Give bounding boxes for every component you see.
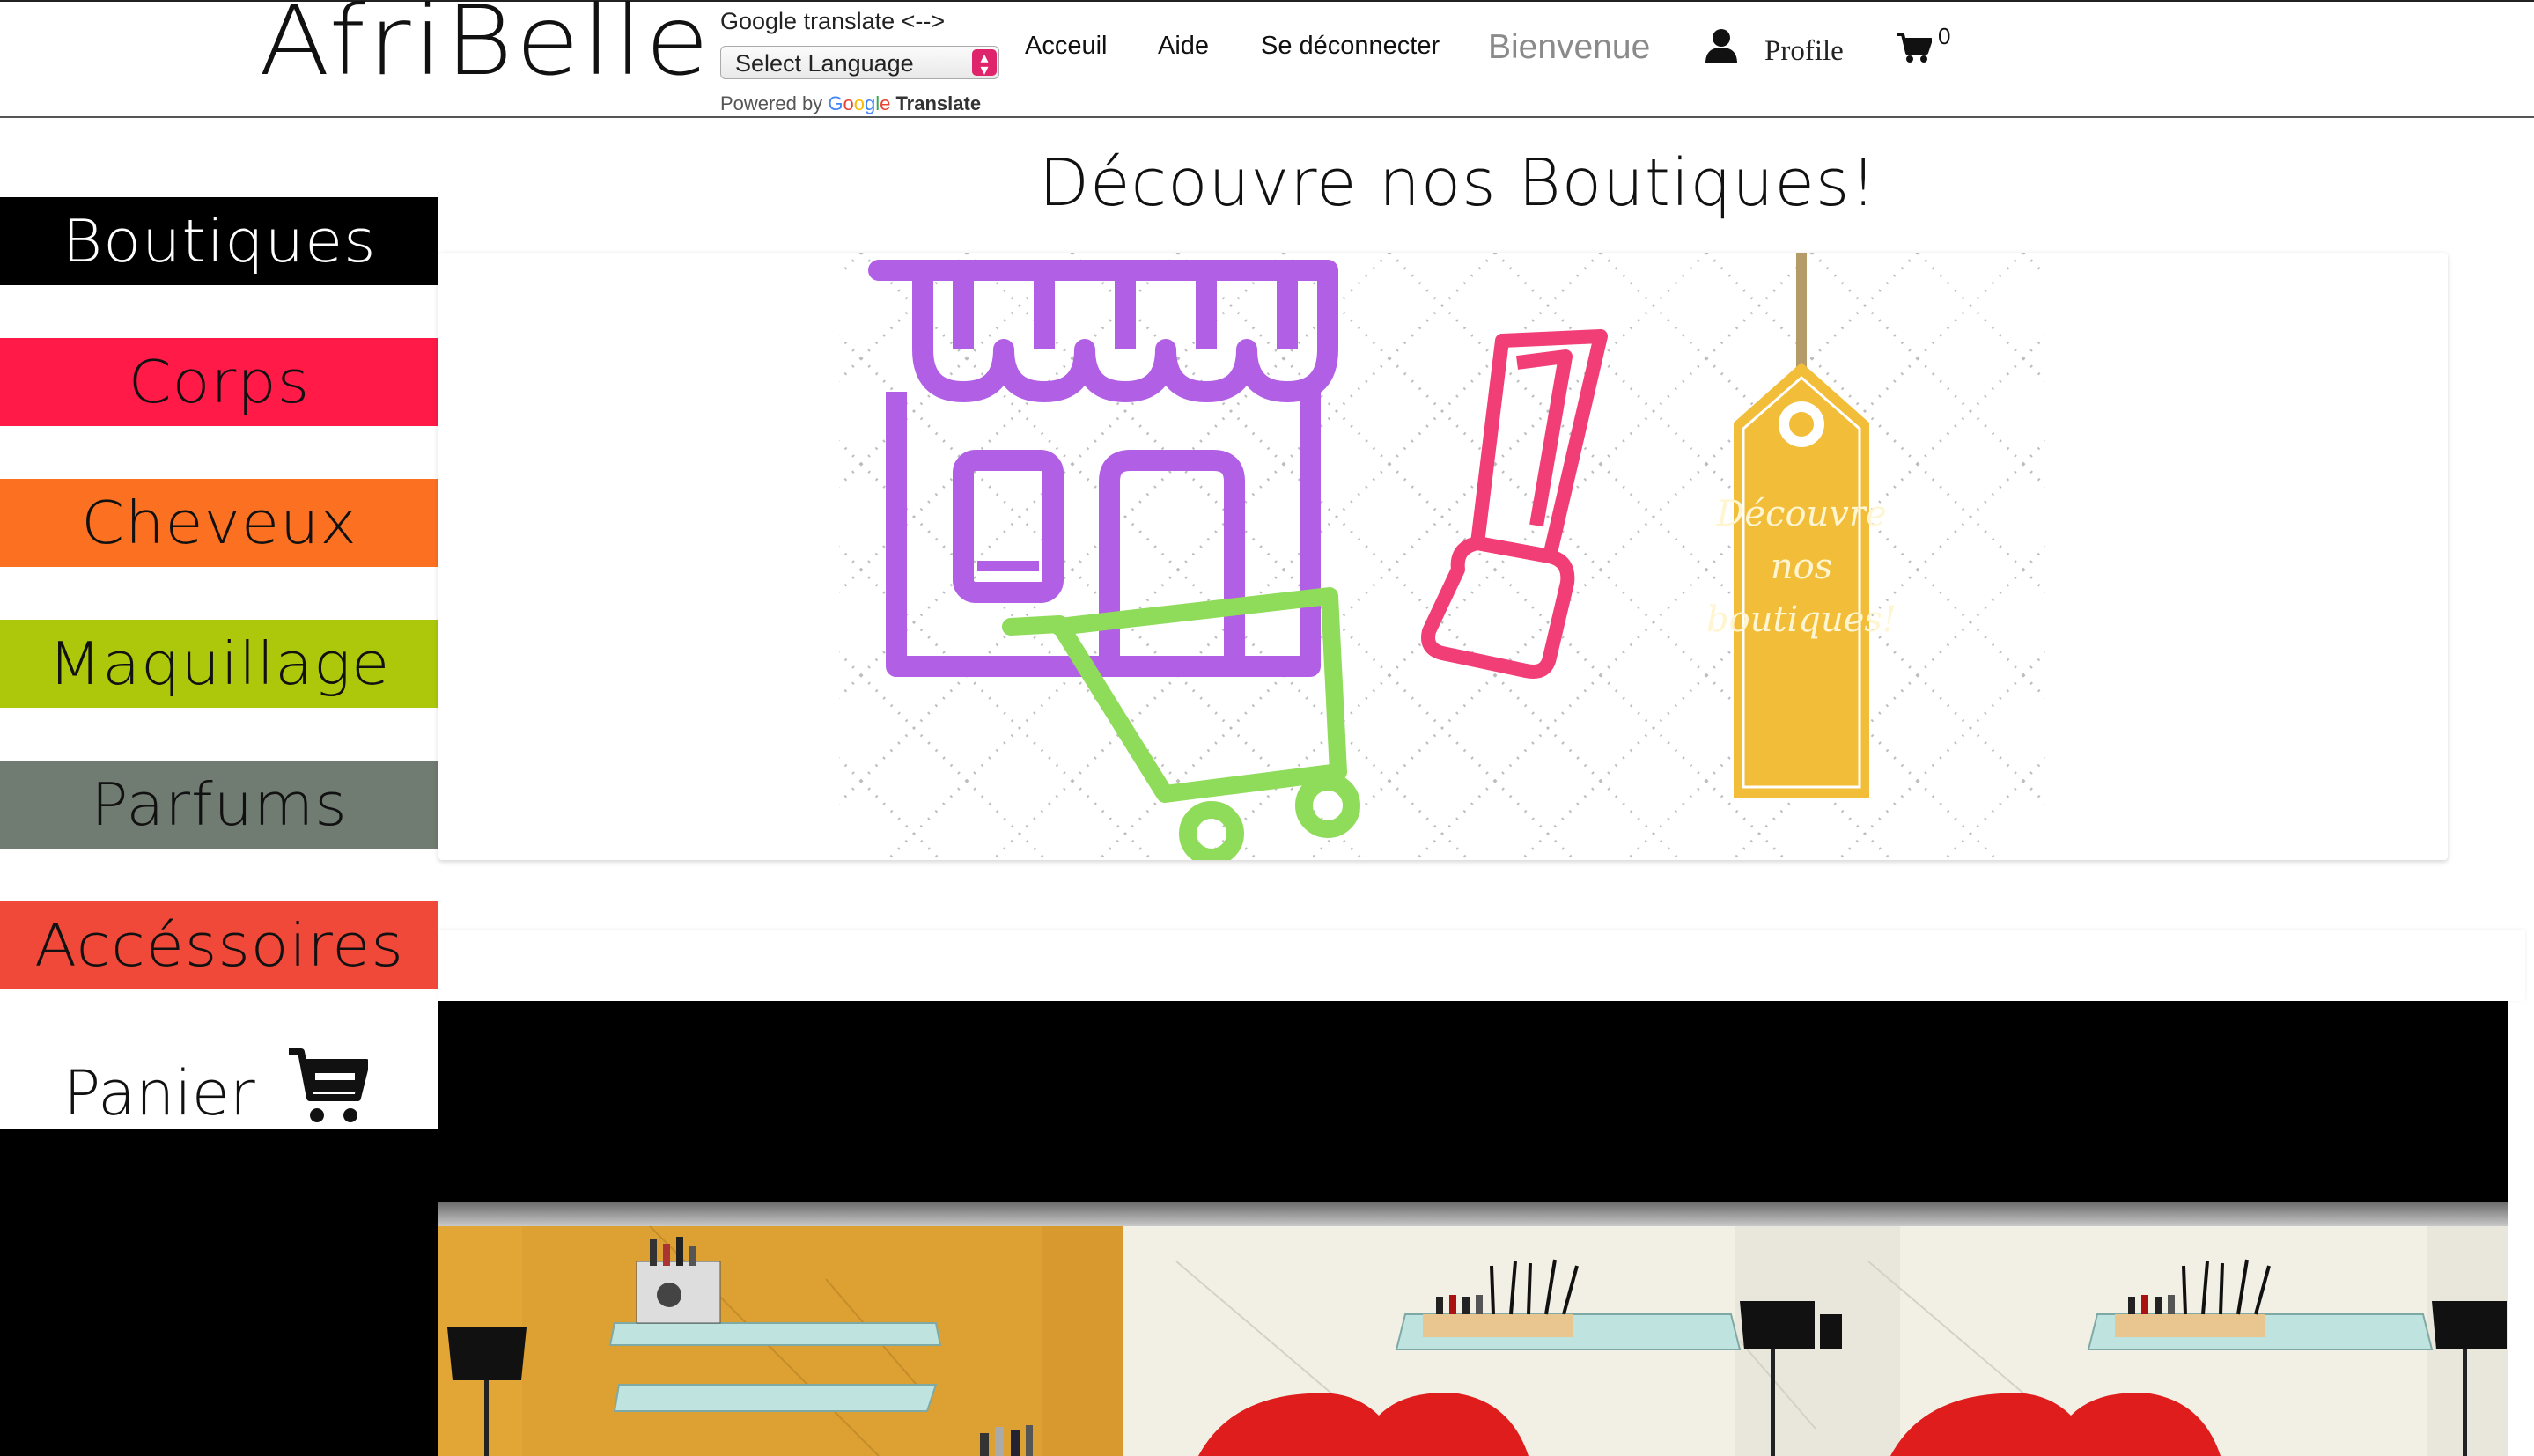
tag-text-line2: nos xyxy=(1771,547,1832,587)
shop-slide-image xyxy=(1123,1226,1816,1456)
nav-aide[interactable]: Aide xyxy=(1158,32,1209,61)
sidebar-item-label: Cheveux xyxy=(81,489,357,557)
page-title: Découvre nos Boutiques! xyxy=(1039,145,1878,221)
tag-text-line3: boutiques! xyxy=(1706,599,1897,640)
sidebar-item-label: Panier xyxy=(63,1057,255,1129)
sidebar-item-label: Maquillage xyxy=(48,629,391,698)
shop-slide-image xyxy=(1816,1226,2508,1456)
google-logo[interactable]: Google xyxy=(828,92,890,114)
slider-shadow-strip xyxy=(438,1202,2508,1226)
top-header: AfriBelle Google translate <--> Select L… xyxy=(0,0,2534,118)
sidebar-filler xyxy=(0,1129,438,1456)
language-select[interactable]: Select Language ▴ ▾ xyxy=(720,46,999,79)
sidebar-item-cheveux[interactable]: Cheveux xyxy=(0,479,438,567)
content-panel xyxy=(438,930,2525,1001)
banner-illustration: Découvre nos boutiques! xyxy=(839,253,2045,860)
sidebar-item-label: Boutiques xyxy=(62,207,377,276)
select-arrows-icon: ▴ ▾ xyxy=(972,49,997,77)
language-select-value: Select Language xyxy=(735,50,914,77)
shop-slide-3[interactable] xyxy=(1816,1226,2508,1456)
nav-accueil[interactable]: Acceuil xyxy=(1025,32,1108,61)
slider-top-band xyxy=(438,1001,2508,1202)
cart-icon xyxy=(289,1048,368,1122)
sidebar-item-corps[interactable]: Corps xyxy=(0,338,438,426)
welcome-text: Bienvenue xyxy=(1488,28,1651,66)
sidebar-item-boutiques[interactable]: Boutiques xyxy=(0,197,438,285)
powered-by-google: Powered by Google Translate xyxy=(720,92,981,115)
sidebar-item-panier[interactable]: Panier xyxy=(0,989,438,1129)
user-icon[interactable] xyxy=(1705,28,1738,63)
shop-slide-1[interactable] xyxy=(438,1226,1123,1456)
sidebar-item-accessoires[interactable]: Accéssoires xyxy=(0,901,438,989)
tag-text-line1: Découvre xyxy=(1715,494,1886,534)
boutiques-banner[interactable]: Découvre nos boutiques! xyxy=(438,253,2448,860)
cart-count-badge: 0 xyxy=(1938,23,1951,49)
shop-slide-image xyxy=(438,1226,1123,1456)
nav-logout[interactable]: Se déconnecter xyxy=(1261,32,1440,61)
sidebar-item-label: Accéssoires xyxy=(34,911,404,980)
shop-slide-2[interactable] xyxy=(1123,1226,1816,1456)
sidebar-item-label: Corps xyxy=(128,348,311,416)
sidebar-item-label: Parfums xyxy=(91,770,348,839)
site-logo[interactable]: AfriBelle xyxy=(259,0,711,89)
nav-profile[interactable]: Profile xyxy=(1764,35,1844,68)
powered-by-label: Powered by xyxy=(720,92,823,114)
cart-icon[interactable] xyxy=(1897,32,1932,63)
sidebar-item-parfums[interactable]: Parfums xyxy=(0,761,438,849)
translate-label[interactable]: Translate xyxy=(895,92,981,114)
sidebar-item-maquillage[interactable]: Maquillage xyxy=(0,620,438,708)
google-translate-label: Google translate <--> xyxy=(720,8,946,34)
